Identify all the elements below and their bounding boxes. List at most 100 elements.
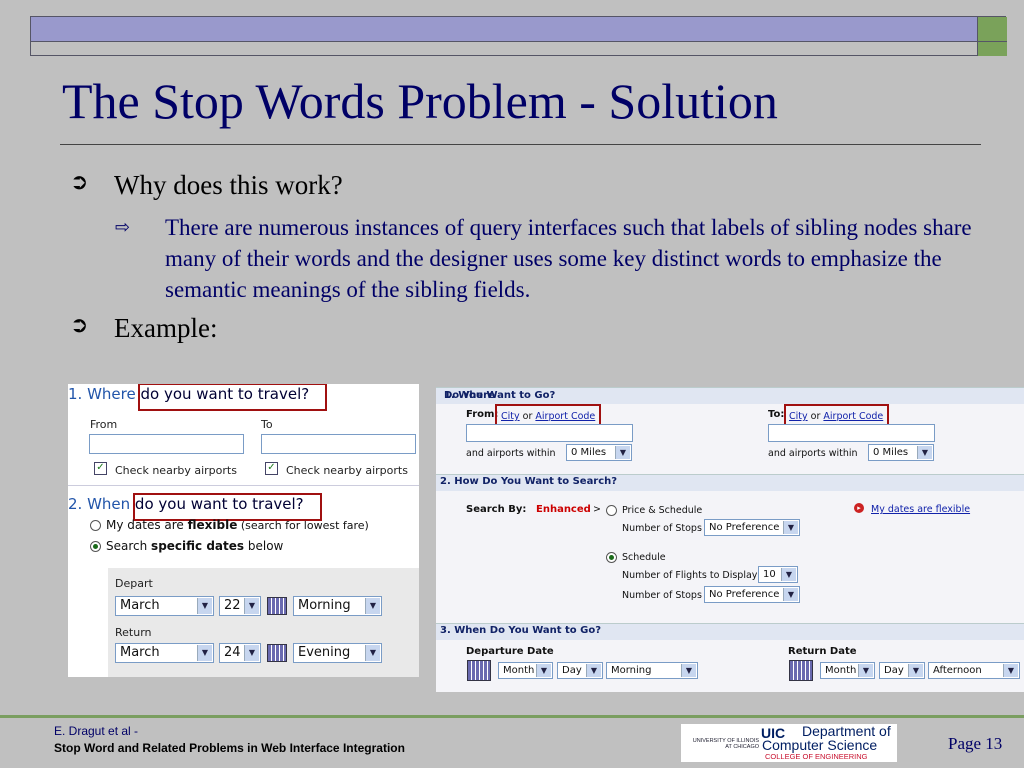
page-number: Page 13 (948, 734, 1003, 753)
slide-title: The Stop Words Problem - Solution (62, 73, 778, 129)
form-divider (68, 485, 419, 486)
calendar-icon[interactable] (267, 644, 287, 662)
stops-label: Number of Stops (622, 523, 702, 534)
chevron-down-icon: ▼ (783, 521, 798, 534)
flexible-dates-text: My dates are flexible (871, 504, 970, 515)
chevron-down-icon: ▼ (197, 645, 212, 661)
chevron-down-icon: ▼ (1003, 664, 1018, 677)
dep-month-select[interactable]: Month ▼ (498, 662, 553, 679)
footer-talk-title: Stop Word and Related Problems in Web In… (54, 741, 405, 755)
footer-divider (0, 715, 1024, 718)
header-bar (30, 16, 1007, 56)
chevron-down-icon: ▼ (244, 598, 259, 614)
chevron-down-icon: ▼ (917, 446, 932, 459)
flexible-dates-link[interactable]: My dates are flexible (871, 504, 970, 515)
to-label: To (261, 418, 273, 431)
play-bullet-icon: ▸ (854, 503, 864, 513)
flexible-radio[interactable] (90, 520, 101, 531)
departure-date-label: Departure Date (466, 646, 554, 657)
to-miles-select[interactable]: 0 Miles ▼ (868, 444, 934, 461)
bullet-text: Why does this work? (114, 170, 343, 200)
chevron-down-icon: ▼ (908, 664, 923, 677)
price-schedule-radio[interactable] (606, 505, 617, 516)
calendar-icon[interactable] (267, 597, 287, 615)
nearby-label: Check nearby airports (286, 464, 408, 477)
nearby-label: Check nearby airports (115, 464, 237, 477)
specific-radio[interactable] (90, 541, 101, 552)
stops-select-1[interactable]: No Preference ▼ (704, 519, 800, 536)
to-input[interactable] (261, 434, 416, 454)
from-label: From: (466, 409, 499, 420)
title-divider (60, 144, 981, 145)
uic-logo: UNIVERSITY OF ILLINOIS AT CHICAGO UIC De… (681, 724, 897, 762)
chevron-down-icon: ▼ (681, 664, 696, 677)
chevron-down-icon: ▼ (615, 446, 630, 459)
chevron-down-icon: ▼ (783, 588, 798, 601)
chevron-down-icon: ▼ (244, 645, 259, 661)
left-form-screenshot: 1. Where do you want to travel? From To … (68, 384, 419, 677)
sub-bullet-explanation: ⇨ There are numerous instances of query … (115, 212, 995, 305)
bullet-why: ➲ Why does this work? (70, 170, 343, 201)
dep-day-select[interactable]: Day ▼ (557, 662, 603, 679)
depart-label: Depart (115, 577, 153, 590)
stops-label: Number of Stops (622, 590, 702, 601)
right-form-screenshot: 1. Where Do You Want to Go? From: City o… (436, 387, 1024, 692)
ret-time-select[interactable]: Afternoon ▼ (928, 662, 1020, 679)
from-miles-select[interactable]: 0 Miles ▼ (566, 444, 632, 461)
from-input[interactable] (466, 424, 633, 442)
chevron-down-icon: ▼ (365, 645, 380, 661)
arrow-bullet-icon: ➲ (70, 313, 89, 338)
within-label: and airports within (768, 448, 858, 459)
college-text: COLLEGE OF ENGINEERING (765, 752, 868, 761)
return-time-select[interactable]: Evening ▼ (293, 643, 382, 663)
chevron-down-icon: ▼ (858, 664, 873, 677)
arrow-bullet-icon: ➲ (70, 170, 89, 195)
from-label: From (90, 418, 118, 431)
chevron-down-icon: ▼ (781, 568, 796, 581)
section-where: 1. Where Do You Want to Go? (436, 387, 1024, 404)
return-month-select[interactable]: March ▼ (115, 643, 214, 663)
return-label: Return (115, 626, 152, 639)
to-input[interactable] (768, 424, 935, 442)
bullet-example: ➲ Example: (70, 313, 217, 344)
return-day-select[interactable]: 24 ▼ (219, 643, 261, 663)
return-date-label: Return Date (788, 646, 857, 657)
depart-time-select[interactable]: Morning ▼ (293, 596, 382, 616)
highlight-box (133, 493, 322, 521)
header-square-top (977, 17, 1007, 42)
search-by-label: Search By: (466, 504, 527, 515)
footer-author: E. Dragut et al - (54, 724, 139, 738)
calendar-icon[interactable] (789, 660, 813, 681)
chevron-down-icon: ▼ (586, 664, 601, 677)
sub-bullet-text: There are numerous instances of query in… (165, 215, 972, 302)
from-input[interactable] (89, 434, 244, 454)
stops-select-2[interactable]: No Preference ▼ (704, 586, 800, 603)
header-square-bottom (977, 42, 1007, 56)
section-when: 3. When Do You Want to Go? (436, 623, 1024, 640)
gt-symbol: > (593, 504, 601, 515)
highlight-box (138, 384, 327, 411)
calendar-icon[interactable] (467, 660, 491, 681)
ret-month-select[interactable]: Month ▼ (820, 662, 875, 679)
specific-option: Search specific dates below (106, 539, 284, 553)
flights-select[interactable]: 10 ▼ (758, 566, 798, 583)
dept-line-1: Department of (802, 724, 891, 739)
within-label: and airports within (466, 448, 556, 459)
flights-label: Number of Flights to Display (622, 570, 758, 581)
uic-university-text: UNIVERSITY OF ILLINOIS AT CHICAGO (692, 738, 759, 750)
dep-time-select[interactable]: Morning ▼ (606, 662, 698, 679)
nearby-checkbox-to[interactable]: ✓ (265, 462, 278, 475)
ret-day-select[interactable]: Day ▼ (879, 662, 925, 679)
depart-day-select[interactable]: 22 ▼ (219, 596, 261, 616)
to-label: To: (768, 409, 785, 420)
price-schedule-label: Price & Schedule (622, 505, 703, 516)
section-how: 2. How Do You Want to Search? (436, 474, 1024, 491)
enhanced-label: Enhanced (536, 504, 591, 515)
depart-month-select[interactable]: March ▼ (115, 596, 214, 616)
header-bar-fill (31, 17, 977, 42)
flexible-option: My dates are flexible (search for lowest… (106, 518, 369, 532)
dept-line-2: Computer Science (762, 737, 878, 753)
schedule-radio[interactable] (606, 552, 617, 563)
nearby-checkbox-from[interactable]: ✓ (94, 462, 107, 475)
schedule-label: Schedule (622, 552, 666, 563)
